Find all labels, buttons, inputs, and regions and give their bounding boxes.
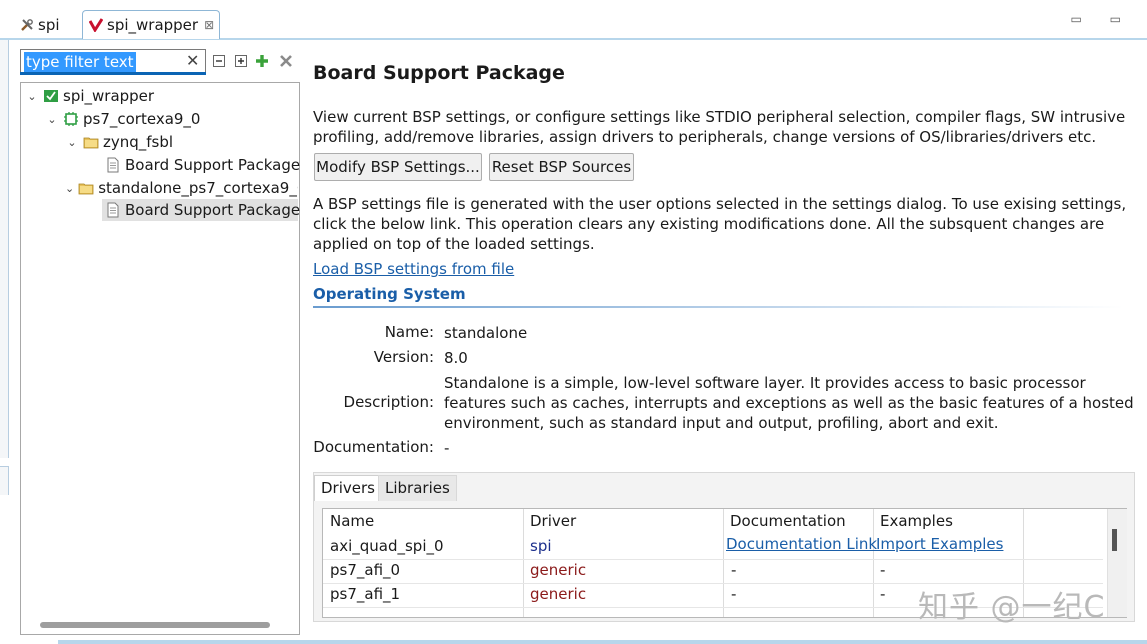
chevron-down-icon[interactable]: ⌄	[25, 90, 39, 103]
table-cell-name: ps7_afi_0	[330, 561, 401, 579]
tab-libraries[interactable]: Libraries	[378, 475, 457, 501]
clear-filter-icon[interactable]: ✕	[186, 51, 199, 70]
table-cell-driver[interactable]: generic	[530, 585, 586, 603]
document-icon	[105, 202, 121, 218]
table-cell-examples: -	[880, 561, 886, 579]
column-header-driver[interactable]: Driver	[530, 512, 576, 530]
tree-item-label: standalone_ps7_cortexa9_0	[98, 179, 298, 197]
name-value: standalone	[444, 324, 528, 342]
tree-item-ps7-cortexa9-0[interactable]: ⌄ ps7_cortexa9_0	[45, 108, 200, 130]
filter-focus-underline	[20, 72, 206, 75]
description-value: Standalone is a simple, low-level softwa…	[444, 374, 1134, 432]
tree-item-label: zynq_fsbl	[103, 133, 174, 151]
settings-description: A BSP settings file is generated with th…	[313, 195, 1127, 253]
column-separator	[723, 509, 724, 617]
import-examples-link[interactable]: Import Examples	[876, 535, 1003, 553]
tab-drivers[interactable]: Drivers	[314, 475, 382, 501]
table-cell-driver[interactable]: generic	[530, 561, 586, 579]
modify-bsp-settings-button[interactable]: Modify BSP Settings...	[314, 153, 482, 181]
left-edge-panel	[0, 40, 9, 458]
page-title: Board Support Package	[313, 62, 565, 84]
tree-item-label: Board Support Package	[125, 156, 301, 174]
intro-text: View current BSP settings, or configure …	[313, 108, 1126, 146]
tab-spi-wrapper[interactable]: spi_wrapper ⊠	[82, 10, 220, 39]
column-header-examples[interactable]: Examples	[880, 512, 953, 530]
tree-item-bsp-1[interactable]: Board Support Package	[105, 154, 300, 176]
window-buttons[interactable]: ▭ ▭	[1071, 12, 1134, 26]
documentation-label: Documentation:	[313, 438, 434, 456]
remove-icon[interactable]	[279, 54, 293, 68]
table-cell-driver[interactable]: spi	[530, 537, 552, 555]
chevron-down-icon[interactable]: ⌄	[45, 113, 59, 126]
reset-bsp-sources-button[interactable]: Reset BSP Sources	[489, 153, 634, 181]
table-cell-documentation: -	[731, 561, 737, 579]
tree-item-label: Board Support Package	[125, 201, 301, 219]
version-label: Version:	[373, 348, 434, 366]
table-cell-examples: -	[880, 585, 886, 603]
tab-spi[interactable]: spi	[14, 10, 82, 39]
column-header-documentation[interactable]: Documentation	[730, 512, 846, 530]
column-header-name[interactable]: Name	[330, 512, 374, 530]
name-label: Name:	[384, 323, 434, 341]
xilinx-logo-icon	[88, 18, 104, 33]
row-divider	[323, 559, 1103, 560]
tab-spi-wrapper-label: spi_wrapper	[107, 16, 199, 34]
scrollbar-thumb[interactable]	[1112, 529, 1117, 551]
processor-icon	[63, 111, 79, 127]
document-icon	[105, 157, 121, 173]
documentation-value: -	[444, 439, 450, 457]
load-bsp-settings-link[interactable]: Load BSP settings from file	[313, 260, 514, 278]
tree-item-zynq-fsbl[interactable]: ⌄ zynq_fsbl	[65, 131, 173, 153]
chevron-down-icon[interactable]: ⌄	[65, 182, 74, 195]
table-cell-documentation: -	[731, 585, 737, 603]
tree-item-spi-wrapper[interactable]: ⌄ spi_wrapper	[25, 85, 154, 107]
description-label: Description:	[343, 393, 434, 411]
close-tab-icon[interactable]: ⊠	[204, 18, 214, 32]
documentation-link[interactable]: Documentation Link	[726, 535, 877, 553]
expand-all-icon[interactable]	[234, 54, 248, 68]
operating-system-header: Operating System	[313, 285, 466, 303]
folder-icon	[78, 180, 94, 196]
chevron-down-icon[interactable]: ⌄	[65, 136, 79, 149]
column-separator	[523, 509, 524, 617]
folder-icon	[83, 134, 99, 150]
collapse-all-icon[interactable]	[212, 54, 226, 68]
tree-item-label: spi_wrapper	[63, 87, 155, 105]
tab-spi-label: spi	[38, 15, 60, 34]
watermark: 知乎 @一纪C	[918, 590, 1106, 625]
filter-input-text: type filter text	[24, 52, 136, 72]
bottom-panel-border	[58, 640, 1147, 644]
table-vertical-scrollbar[interactable]	[1107, 509, 1127, 617]
left-edge-panel-lower	[0, 466, 9, 495]
version-value: 8.0	[444, 349, 468, 367]
add-icon[interactable]	[255, 54, 269, 68]
section-divider	[313, 306, 1123, 308]
tree-item-standalone[interactable]: ⌄ standalone_ps7_cortexa9_0	[65, 177, 298, 199]
tree-item-label: ps7_cortexa9_0	[83, 110, 201, 128]
table-cell-name: ps7_afi_1	[330, 585, 401, 603]
platform-icon	[43, 88, 59, 104]
tree-item-bsp-2-selected[interactable]: Board Support Package	[102, 199, 301, 221]
table-cell-name: axi_quad_spi_0	[330, 537, 444, 555]
tools-icon	[20, 18, 34, 32]
column-separator	[873, 509, 874, 617]
tree-horizontal-scrollbar[interactable]	[40, 622, 270, 628]
